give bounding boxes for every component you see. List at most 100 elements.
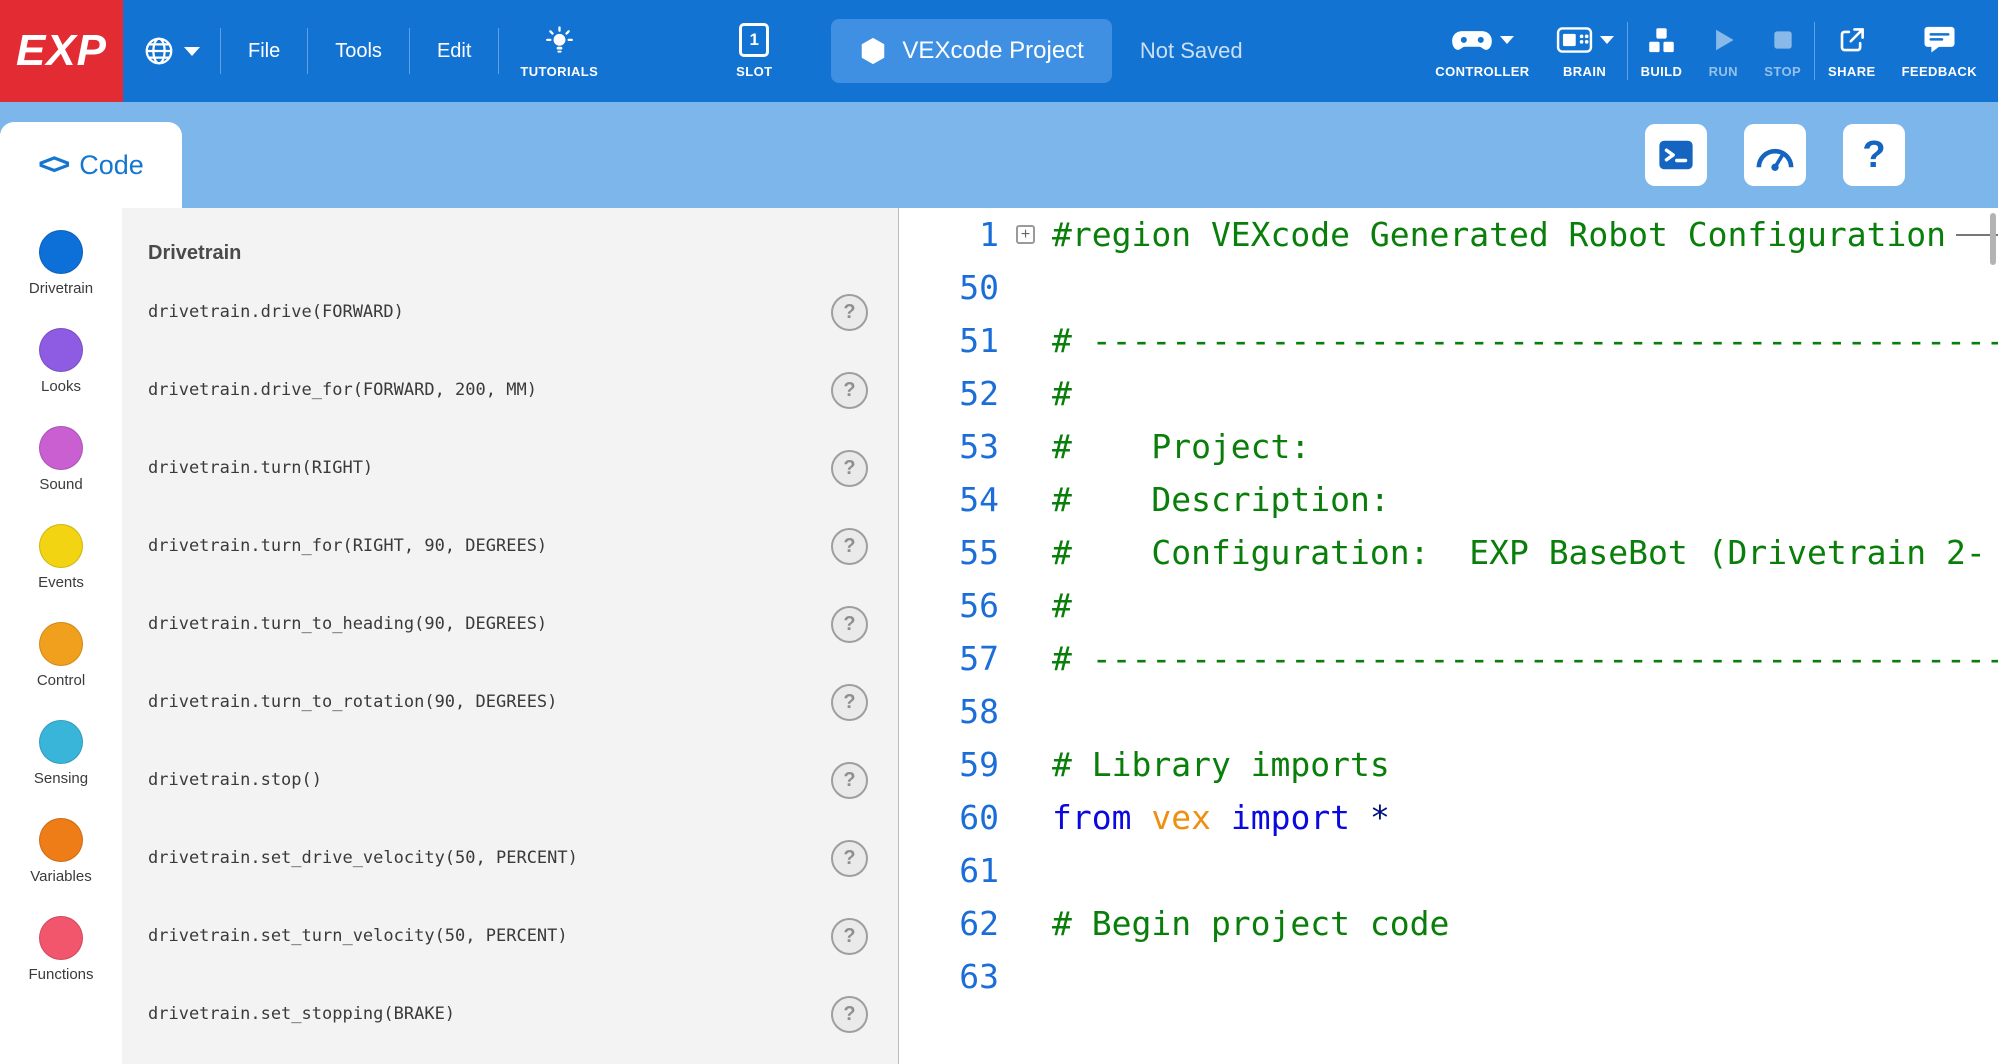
command-help-button[interactable]: ? [831, 528, 868, 565]
sidebar-item-drivetrain[interactable]: Drivetrain [0, 230, 122, 328]
topbar-spacer [1243, 0, 1423, 102]
code-line: 56# [899, 579, 1998, 632]
menu-edit[interactable]: Edit [410, 0, 498, 102]
tab-code[interactable]: <> Code [0, 122, 182, 208]
command-text: drivetrain.drive(FORWARD) [148, 302, 404, 322]
functions-category-icon [39, 916, 83, 960]
code-line: 50 [899, 261, 1998, 314]
looks-category-icon [39, 328, 83, 372]
brain-button[interactable]: BRAIN [1543, 0, 1627, 102]
editor-scrollbar[interactable] [1988, 208, 1998, 1064]
lightbulb-icon [544, 25, 575, 56]
command-help-button[interactable]: ? [831, 606, 868, 643]
run-button[interactable]: RUN [1695, 0, 1751, 102]
command-row[interactable]: drivetrain.drive_for(FORWARD, 200, MM)? [122, 351, 898, 429]
share-button[interactable]: SHARE [1815, 0, 1889, 102]
main-area: Drivetrain Looks Sound Events Control Sensing… [0, 208, 1998, 1064]
build-button[interactable]: BUILD [1628, 0, 1696, 102]
fold-column: + [999, 208, 1052, 261]
category-label: Sensing [34, 770, 88, 787]
command-row[interactable]: drivetrain.stop()? [122, 741, 898, 819]
command-row[interactable]: drivetrain.turn_for(RIGHT, 90, DEGREES)? [122, 507, 898, 585]
command-row[interactable]: drivetrain.turn(RIGHT)? [122, 429, 898, 507]
code-editor[interactable]: 1+#region VEXcode Generated Robot Config… [899, 208, 1998, 1064]
share-icon [1837, 25, 1867, 55]
code-text: # [1052, 579, 1072, 632]
code-line: 62# Begin project code [899, 897, 1998, 950]
tutorials-button[interactable]: TUTORIALS [507, 0, 611, 102]
command-row[interactable]: drivetrain.turn_to_rotation(90, DEGREES)… [122, 663, 898, 741]
print-console-button[interactable] [1645, 124, 1707, 186]
command-text: drivetrain.turn(RIGHT) [148, 458, 373, 478]
command-text: drivetrain.set_stopping(BRAKE) [148, 1004, 455, 1024]
command-row[interactable]: drivetrain.set_stopping(BRAKE)? [122, 975, 898, 1053]
help-button[interactable]: ? [1843, 124, 1905, 186]
command-row[interactable]: drivetrain.set_turn_velocity(50, PERCENT… [122, 897, 898, 975]
sidebar-item-variables[interactable]: Variables [0, 818, 122, 916]
menu-tools[interactable]: Tools [308, 0, 409, 102]
code-text: # Description: [1052, 473, 1390, 526]
code-line: 1+#region VEXcode Generated Robot Config… [899, 208, 1998, 261]
line-number: 52 [899, 367, 999, 420]
controller-icon [1451, 27, 1493, 54]
code-text: # [1052, 367, 1072, 420]
fold-column [999, 632, 1052, 685]
line-number: 54 [899, 473, 999, 526]
fold-column [999, 685, 1052, 738]
command-help-button[interactable]: ? [831, 450, 868, 487]
command-text: drivetrain.set_drive_velocity(50, PERCEN… [148, 848, 578, 868]
chevron-down-icon [184, 47, 200, 56]
fold-expand-icon[interactable]: + [1016, 225, 1035, 244]
code-text: # Library imports [1052, 738, 1390, 791]
project-name-button[interactable]: VEXcode Project [831, 19, 1111, 83]
line-number: 63 [899, 950, 999, 1003]
feedback-button[interactable]: FEEDBACK [1889, 0, 1990, 102]
command-help-button[interactable]: ? [831, 762, 868, 799]
language-selector[interactable] [123, 0, 220, 102]
code-line: 59# Library imports [899, 738, 1998, 791]
build-icon [1646, 25, 1677, 56]
slot-button[interactable]: 1 SLOT [723, 0, 785, 102]
command-help-button[interactable]: ? [831, 918, 868, 955]
fold-column [999, 579, 1052, 632]
command-help-button[interactable]: ? [831, 840, 868, 877]
sidebar-item-sound[interactable]: Sound [0, 426, 122, 524]
command-panel: Drivetrain drivetrain.drive(FORWARD)?dri… [122, 208, 899, 1064]
stop-button[interactable]: STOP [1751, 0, 1814, 102]
question-mark-icon: ? [1862, 134, 1885, 177]
code-text: # Configuration: EXP BaseBot (Drivetrain… [1052, 526, 1986, 579]
vexcode-app: EXP File Tools Edit [0, 0, 1998, 1064]
command-list: drivetrain.drive(FORWARD)?drivetrain.dri… [122, 273, 898, 1053]
variables-category-icon [39, 818, 83, 862]
slot-number: 1 [750, 30, 759, 50]
command-help-button[interactable]: ? [831, 684, 868, 721]
sidebar-item-events[interactable]: Events [0, 524, 122, 622]
command-help-button[interactable]: ? [831, 996, 868, 1033]
slot-label: SLOT [736, 64, 772, 79]
menu-file[interactable]: File [221, 0, 307, 102]
command-text: drivetrain.turn_to_rotation(90, DEGREES) [148, 692, 557, 712]
command-help-button[interactable]: ? [831, 372, 868, 409]
command-row[interactable]: drivetrain.drive(FORWARD)? [122, 273, 898, 351]
category-label: Looks [41, 378, 81, 395]
code-line: 52 # [899, 367, 1998, 420]
sidebar-item-looks[interactable]: Looks [0, 328, 122, 426]
sidebar-item-control[interactable]: Control [0, 622, 122, 720]
category-label: Events [38, 574, 84, 591]
sidebar-item-sensing[interactable]: Sensing [0, 720, 122, 818]
line-number: 62 [899, 897, 999, 950]
code-line: 58 [899, 685, 1998, 738]
sidebar-item-functions[interactable]: Functions [0, 916, 122, 1014]
run-label: RUN [1709, 64, 1738, 79]
tab-actions: ? [1645, 124, 1905, 186]
command-row[interactable]: drivetrain.turn_to_heading(90, DEGREES)? [122, 585, 898, 663]
command-help-button[interactable]: ? [831, 294, 868, 331]
command-row[interactable]: drivetrain.set_drive_velocity(50, PERCEN… [122, 819, 898, 897]
line-number: 50 [899, 261, 999, 314]
controller-button[interactable]: CONTROLLER [1422, 0, 1542, 102]
fold-column [999, 844, 1052, 897]
dashboard-button[interactable] [1744, 124, 1806, 186]
code-text: # --------------------------------------… [1052, 314, 1998, 367]
fold-column [999, 314, 1052, 367]
editor-scrollbar-thumb[interactable] [1990, 213, 1996, 265]
